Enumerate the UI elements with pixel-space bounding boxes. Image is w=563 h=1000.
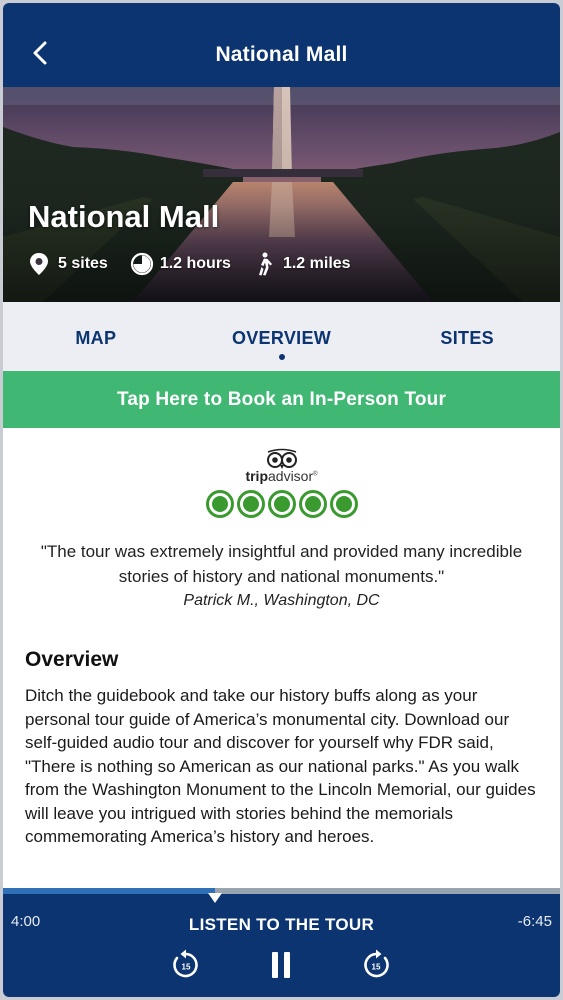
distance-text: 1.2 miles — [282, 255, 351, 272]
forward-icon: 15 — [364, 949, 389, 978]
pause-button[interactable] — [264, 948, 298, 982]
tour-stats: 5 sites 1.2 hours 1.2 miles — [28, 252, 373, 276]
tab-map[interactable]: MAP — [3, 302, 189, 371]
overview-heading: Overview — [25, 648, 119, 671]
hero-title: National Mall — [28, 199, 220, 234]
tab-bar: MAP OVERVIEW SITES — [3, 302, 560, 371]
rewind-icon: 15 — [173, 949, 198, 978]
listen-label: LISTEN TO THE TOUR — [188, 915, 375, 934]
progress-handle[interactable] — [207, 893, 222, 903]
tab-map-label: MAP — [75, 328, 117, 348]
rating-circle — [298, 490, 327, 518]
page-title: National Mall — [215, 43, 348, 66]
progress-fill — [3, 888, 215, 894]
brand-suffix: advisor — [268, 468, 314, 484]
rewind-15-button[interactable]: 15 — [169, 948, 203, 982]
progress-bar[interactable] — [3, 888, 560, 903]
clock-icon — [130, 252, 153, 276]
book-tour-button[interactable]: Tap Here to Book an In-Person Tour — [3, 371, 560, 428]
audio-player: 4:00 LISTEN TO THE TOUR -6:45 15 15 — [3, 888, 560, 997]
tab-overview[interactable]: OVERVIEW — [189, 302, 375, 371]
brand-prefix: trip — [245, 468, 268, 484]
sites-count: 5 sites — [28, 252, 108, 276]
pause-icon — [272, 952, 290, 978]
remaining-time: -6:45 — [517, 913, 552, 930]
review-author: Patrick M., Washington, DC — [183, 592, 380, 609]
map-pin-icon — [28, 252, 50, 276]
forward-15-button[interactable]: 15 — [359, 948, 393, 982]
tab-sites[interactable]: SITES — [374, 302, 560, 371]
tripadvisor-review: tripadvisor® — [3, 448, 560, 518]
app-frame: National Mall National Mall 5 sites 1.2 … — [3, 3, 560, 997]
top-bar: National Mall — [3, 3, 560, 87]
walking-icon — [253, 252, 275, 276]
tripadvisor-brand: tripadvisor® — [245, 468, 318, 484]
rating-circle — [267, 490, 296, 518]
forward-seconds: 15 — [372, 963, 381, 972]
rewind-seconds: 15 — [182, 963, 191, 972]
rating-circles — [3, 490, 560, 518]
distance: 1.2 miles — [253, 252, 351, 276]
review-quote: "The tour was extremely insightful and p… — [40, 542, 523, 586]
rating-circle — [205, 490, 234, 518]
rating-circle — [329, 490, 358, 518]
active-tab-indicator — [278, 354, 285, 360]
duration-text: 1.2 hours — [159, 255, 231, 272]
rating-circle — [236, 490, 265, 518]
overview-body: Ditch the guidebook and take our history… — [25, 686, 536, 846]
duration: 1.2 hours — [130, 252, 231, 276]
tab-sites-label: SITES — [440, 328, 494, 348]
tab-overview-label: OVERVIEW — [231, 328, 332, 348]
hero-banner: National Mall 5 sites 1.2 hours 1.2 mile… — [3, 87, 560, 302]
tripadvisor-owl-icon — [266, 448, 297, 469]
sites-count-text: 5 sites — [58, 255, 108, 272]
